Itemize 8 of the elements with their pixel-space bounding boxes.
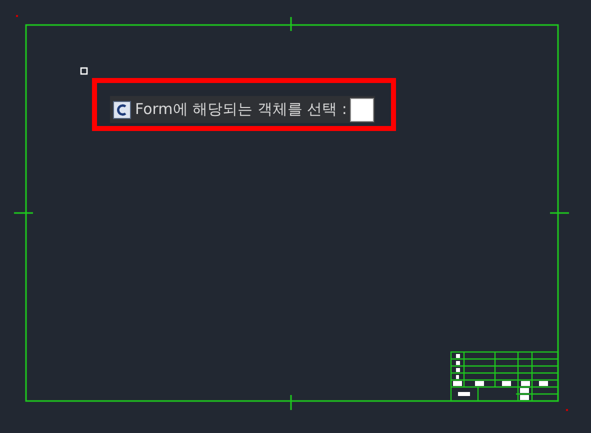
- center-mark: [290, 395, 292, 410]
- center-mark: [550, 212, 569, 214]
- command-icon: [113, 100, 131, 118]
- center-mark: [14, 212, 33, 214]
- prompt-text: Form에 해당되는 객체를 선택 :: [135, 99, 347, 120]
- grip-square[interactable]: [80, 67, 88, 75]
- input-field[interactable]: [350, 98, 374, 122]
- center-mark: [290, 17, 292, 31]
